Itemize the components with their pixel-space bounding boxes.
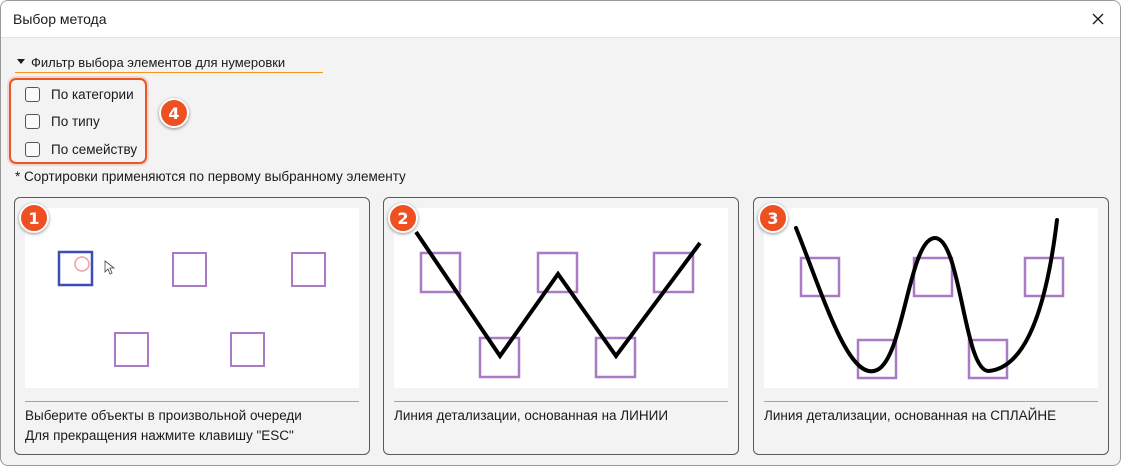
checkbox-label: По категории (51, 86, 134, 102)
checkbox-box[interactable] (25, 113, 40, 129)
checkbox-by-category[interactable]: По категории (25, 85, 134, 103)
checkbox-by-type[interactable]: По типу (25, 112, 100, 130)
method-card-spline[interactable]: Линия детализации, основанная на СПЛАЙНЕ (753, 197, 1109, 455)
title-bar: Выбор метода (1, 1, 1120, 38)
detail-line-illustration (414, 230, 702, 379)
caret-down-icon (17, 59, 25, 64)
caption-line-1: Линия детализации, основанная на ЛИНИИ (394, 408, 669, 423)
close-button[interactable] (1086, 7, 1110, 31)
filter-options-group: По категории По типу По семейству (9, 78, 147, 164)
method-card-arbitrary[interactable]: Выберите объекты в произвольной очереди … (14, 197, 370, 455)
method-caption: Выберите объекты в произвольной очереди … (25, 406, 302, 446)
expander-underline (15, 72, 323, 73)
checkbox-box[interactable] (25, 141, 40, 157)
method-caption: Линия детализации, основанная на СПЛАЙНЕ (764, 406, 1056, 426)
callout-badge-4: 4 (159, 98, 189, 128)
method-illustration (25, 208, 359, 388)
arbitrary-order-illustration (57, 250, 326, 367)
callout-badge-1: 1 (19, 203, 49, 233)
caption-line-1: Линия детализации, основанная на СПЛАЙНЕ (764, 408, 1057, 423)
filter-expander-label: Фильтр выбора элементов для нумеровки (31, 54, 286, 70)
checkbox-by-family[interactable]: По семейству (25, 140, 137, 158)
method-illustration (394, 208, 728, 388)
card-divider (25, 401, 359, 402)
caption-line-2: Для прекращения нажмите клавишу "ESC" (25, 428, 294, 443)
spline-illustration (794, 218, 1065, 380)
checkbox-label: По типу (51, 113, 100, 129)
cursor-icon (104, 260, 116, 275)
callout-badge-2: 2 (388, 203, 418, 233)
method-illustration (764, 208, 1098, 388)
filter-expander[interactable]: Фильтр выбора элементов для нумеровки (15, 51, 285, 73)
close-icon (1092, 13, 1104, 25)
sorting-note: * Сортировки применяются по первому выбр… (15, 169, 406, 184)
method-card-detail-line[interactable]: Линия детализации, основанная на ЛИНИИ (383, 197, 739, 455)
caption-line-1: Выберите объекты в произвольной очереди (25, 408, 302, 423)
method-selection-dialog: Выбор метода Фильтр выбора элементов для… (0, 0, 1121, 466)
method-caption: Линия детализации, основанная на ЛИНИИ (394, 406, 668, 426)
card-divider (764, 401, 1098, 402)
card-divider (394, 401, 728, 402)
window-title: Выбор метода (13, 11, 107, 27)
checkbox-label: По семейству (51, 141, 138, 157)
callout-badge-3: 3 (758, 203, 788, 233)
checkbox-box[interactable] (25, 86, 40, 102)
